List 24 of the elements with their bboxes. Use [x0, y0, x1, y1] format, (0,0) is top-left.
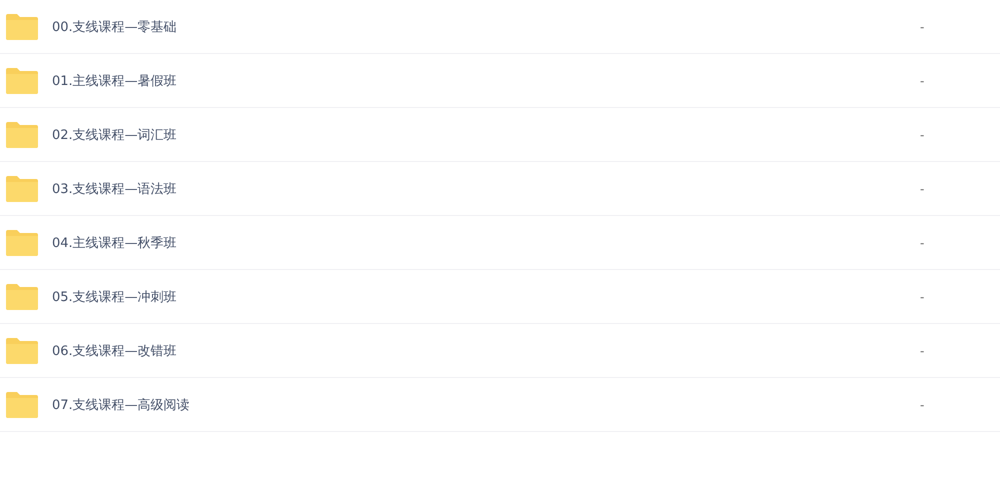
folder-icon [6, 68, 38, 94]
file-size: - [920, 74, 924, 88]
folder-icon [6, 176, 38, 202]
folder-name[interactable]: 07.支线课程—高级阅读 [52, 396, 902, 414]
folder-icon [6, 284, 38, 310]
folder-name[interactable]: 02.支线课程—词汇班 [52, 126, 902, 144]
folder-name[interactable]: 04.主线课程—秋季班 [52, 234, 902, 252]
folder-name[interactable]: 00.支线课程—零基础 [52, 18, 902, 36]
file-size: - [920, 344, 924, 358]
file-size: - [920, 182, 924, 196]
folder-icon [6, 122, 38, 148]
folder-icon [6, 230, 38, 256]
folder-icon [6, 338, 38, 364]
folder-icon [6, 392, 38, 418]
file-size: - [920, 128, 924, 142]
folder-icon [6, 14, 38, 40]
file-size: - [920, 20, 924, 34]
folder-name[interactable]: 03.支线课程—语法班 [52, 180, 902, 198]
file-size: - [920, 236, 924, 250]
folder-name[interactable]: 06.支线课程—改错班 [52, 342, 902, 360]
folder-name[interactable]: 05.支线课程—冲刺班 [52, 288, 902, 306]
folder-name[interactable]: 01.主线课程—暑假班 [52, 72, 902, 90]
file-size: - [920, 290, 924, 304]
file-size: - [920, 398, 924, 412]
